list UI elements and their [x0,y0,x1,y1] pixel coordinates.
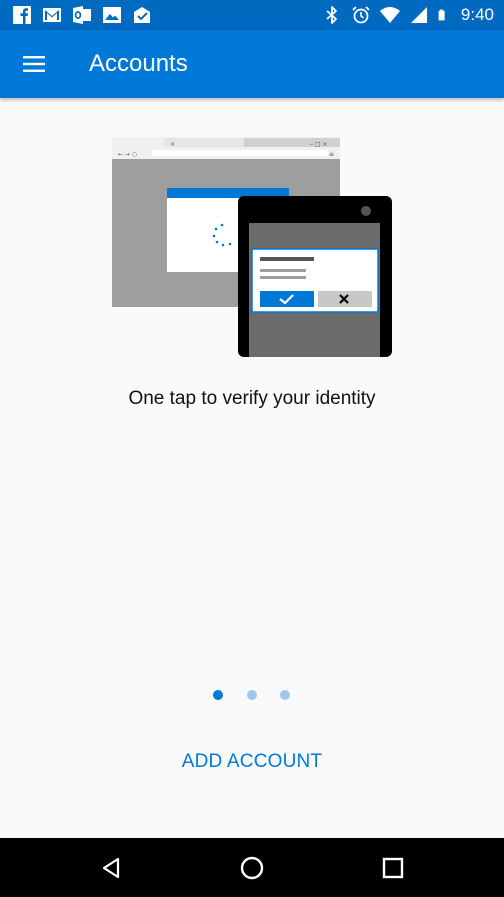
home-button[interactable] [232,848,272,888]
page-dot-active[interactable] [213,690,223,700]
page-title: Accounts [89,50,188,77]
clock: 9:40 [460,5,494,24]
page-dot[interactable] [280,690,290,700]
page-dot[interactable] [247,690,257,700]
approve-icon [260,291,314,307]
gmail-icon [43,8,61,22]
home-icon [240,856,264,880]
outlook-icon [73,6,91,24]
svg-text:– □ ×: – □ × [310,141,328,148]
alarm-icon [352,6,370,24]
bluetooth-icon [326,6,337,24]
status-bar: 9:40 [0,0,504,30]
system-icons: 9:40 [322,5,494,25]
facebook-icon [13,6,31,24]
svg-text:≡: ≡ [329,151,334,158]
svg-text:← → ○: ← → ○ [118,151,137,158]
recent-apps-icon [382,857,404,879]
menu-button[interactable] [14,44,54,84]
app-bar: Accounts [0,30,504,98]
back-button[interactable] [91,848,131,888]
wifi-icon [379,7,400,23]
screen: 9:40 Accounts × – □ × ← → ○ ≡ One tap to… [0,0,504,897]
gallery-icon [103,7,121,23]
signal-icon [410,7,427,23]
onboarding-caption: One tap to verify your identity [128,388,376,409]
battery-icon [438,9,445,21]
notification-icons [12,5,152,25]
back-icon [102,857,120,879]
recent-apps-button[interactable] [373,848,413,888]
mail-check-icon [134,7,150,23]
navigation-bar [0,838,504,897]
hamburger-menu-icon [23,56,45,72]
page-indicator [0,690,504,702]
verify-identity-illustration: × – □ × ← → ○ ≡ [112,137,392,357]
svg-text:×: × [170,141,175,148]
add-account-button[interactable]: ADD ACCOUNT [152,742,352,780]
